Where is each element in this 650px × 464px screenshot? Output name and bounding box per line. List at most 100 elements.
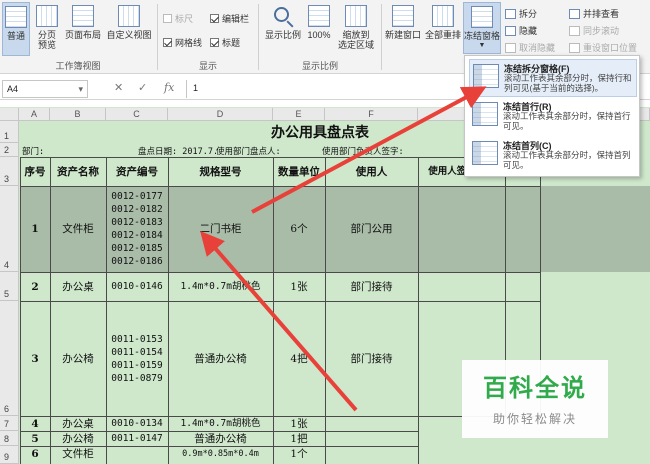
custom-views-label: 自定义视图 <box>106 30 152 40</box>
r4-spec[interactable]: 1.4m*0.7m胡桃色 <box>168 416 273 431</box>
r3-codes[interactable]: 0011-0153 0011-0154 0011-0159 0011-0879 <box>106 301 168 416</box>
menu-item-freeze-first-column[interactable]: 冻结首列(C) 滚动工作表其余部分时，保持首列可见。 <box>469 137 637 175</box>
r1-name[interactable]: 文件柜 <box>50 186 106 272</box>
r1-user[interactable]: 部门公用 <box>325 186 418 272</box>
unhide-icon <box>505 42 516 53</box>
r1-qty[interactable]: 6个 <box>273 186 325 272</box>
normal-view-icon <box>5 6 27 28</box>
r3-no[interactable]: 3 <box>20 301 50 416</box>
header-user: 使用人 <box>355 165 388 178</box>
gridlines-checkbox[interactable]: 网格线 <box>163 36 202 49</box>
r3-name[interactable]: 办公椅 <box>50 301 106 416</box>
row-header-3[interactable]: 3 <box>0 157 19 186</box>
watermark-subtitle: 助你轻松解决 <box>492 412 577 426</box>
freeze-panes-button[interactable]: 冻结窗格 ▼ <box>463 2 501 54</box>
row-header-6[interactable]: 6 <box>0 301 19 416</box>
r2-qty[interactable]: 1张 <box>273 272 325 301</box>
r4-no[interactable]: 4 <box>20 416 50 431</box>
dept-label: 部门: <box>22 147 45 157</box>
normal-view-button[interactable]: 普通 <box>2 2 30 56</box>
column-header-d[interactable]: D <box>168 108 273 121</box>
page-layout-button[interactable]: 页面布局 <box>63 5 103 40</box>
header-qty: 数量单位 <box>278 165 320 178</box>
freeze-panes-icon <box>471 6 493 28</box>
separator <box>258 4 259 70</box>
row-header-8[interactable]: 8 <box>0 431 19 446</box>
freeze-first-column-icon <box>472 141 498 165</box>
normal-view-label: 普通 <box>6 31 25 41</box>
reset-position-icon <box>569 42 580 53</box>
r2-code[interactable]: 0010-0146 <box>106 272 168 301</box>
header-code: 资产编号 <box>116 165 158 178</box>
r2-spec[interactable]: 1.4m*0.7m胡桃色 <box>168 272 273 301</box>
r6-spec[interactable]: 0.9m*0.85m*0.4m <box>168 446 273 462</box>
zoom-100-button[interactable]: 100% <box>304 5 334 40</box>
r3-qty[interactable]: 4把 <box>273 301 325 416</box>
row-header-9[interactable]: 9 <box>0 446 19 464</box>
zoom-label: 显示比例 <box>264 30 301 40</box>
new-window-icon <box>392 5 414 27</box>
r5-qty[interactable]: 1把 <box>273 431 325 446</box>
zoom-selection-button[interactable]: 缩放到 选定区域 <box>335 5 377 50</box>
column-header-f[interactable]: F <box>325 108 418 121</box>
r2-no[interactable]: 2 <box>20 272 50 301</box>
select-all-corner[interactable] <box>0 108 19 121</box>
column-header-c[interactable]: C <box>106 108 168 121</box>
r1-spec[interactable]: 二门书柜 <box>168 186 273 272</box>
r5-no[interactable]: 5 <box>20 431 50 446</box>
formula-bar-checkbox[interactable]: 编辑栏 <box>210 12 249 25</box>
new-window-button[interactable]: 新建窗口 <box>383 5 423 40</box>
ruler-checkbox[interactable]: 标尺 <box>163 12 193 25</box>
page-layout-label: 页面布局 <box>64 30 101 40</box>
row-header-7[interactable]: 7 <box>0 416 19 431</box>
r6-name[interactable]: 文件柜 <box>50 446 106 462</box>
freeze-top-row-icon <box>472 102 498 126</box>
custom-views-button[interactable]: 自定义视图 <box>103 5 155 40</box>
enter-icon[interactable]: ✓ <box>138 81 147 94</box>
page-break-icon <box>36 5 58 27</box>
r5-code[interactable]: 0011-0147 <box>106 431 168 446</box>
arrange-all-button[interactable]: 全部重排 <box>423 5 463 40</box>
zoom-button[interactable]: 显示比例 <box>263 5 303 40</box>
cancel-icon[interactable]: ✕ <box>114 81 123 94</box>
row-header-1[interactable]: 1 <box>0 121 19 143</box>
show-group-label: 显示 <box>198 61 217 71</box>
r5-spec[interactable]: 普通办公椅 <box>168 431 273 446</box>
r2-name[interactable]: 办公桌 <box>50 272 106 301</box>
hide-button[interactable]: 隐藏 <box>505 24 537 37</box>
r6-qty[interactable]: 1个 <box>273 446 325 462</box>
page-break-label-2: 预览 <box>37 40 56 50</box>
r3-user[interactable]: 部门接待 <box>325 301 418 416</box>
page-break-label-1: 分页 <box>37 30 56 40</box>
column-header-e[interactable]: E <box>273 108 325 121</box>
r6-no[interactable]: 6 <box>20 446 50 462</box>
side-by-side-button[interactable]: 并排查看 <box>569 7 619 20</box>
r1-no[interactable]: 1 <box>20 186 50 272</box>
name-box[interactable]: A4 ▾ <box>2 80 88 98</box>
sync-scroll-button[interactable]: 同步滚动 <box>569 24 619 37</box>
menu-item-freeze-top-row[interactable]: 冻结首行(R) 滚动工作表其余部分时，保持首行可见。 <box>469 98 637 136</box>
unhide-button[interactable]: 取消隐藏 <box>505 41 555 54</box>
row-header-4[interactable]: 4 <box>0 186 19 272</box>
r5-name[interactable]: 办公椅 <box>50 431 106 446</box>
row-header-5[interactable]: 5 <box>0 272 19 301</box>
r4-name[interactable]: 办公桌 <box>50 416 106 431</box>
column-header-a[interactable]: A <box>19 108 50 121</box>
insert-function-icon[interactable]: fx <box>164 81 174 94</box>
split-button[interactable]: 拆分 <box>505 7 537 20</box>
r1-codes[interactable]: 0012-0177 0012-0182 0012-0183 0012-0184 … <box>106 186 168 272</box>
r4-qty[interactable]: 1张 <box>273 416 325 431</box>
reset-window-position-button[interactable]: 重设窗口位置 <box>569 41 637 54</box>
watermark-logo: 百科全说 助你轻松解决 <box>462 360 608 438</box>
split-icon <box>505 8 516 19</box>
row-header-2[interactable]: 2 <box>0 143 19 157</box>
r3-spec[interactable]: 普通办公椅 <box>168 301 273 416</box>
r4-code[interactable]: 0010-0134 <box>106 416 168 431</box>
date-label: 盘点日期: 2017.7.9 <box>138 147 224 157</box>
r2-user[interactable]: 部门接待 <box>325 272 418 301</box>
page-break-preview-button[interactable]: 分页 预览 <box>33 5 61 50</box>
column-header-b[interactable]: B <box>50 108 106 121</box>
menu-item-freeze-panes[interactable]: 冻结拆分窗格(F) 滚动工作表其余部分时，保持行和列可见(基于当前的选择)。 <box>469 59 637 97</box>
headings-checkbox[interactable]: 标题 <box>210 36 240 49</box>
zoom-100-label: 100% <box>307 30 331 40</box>
